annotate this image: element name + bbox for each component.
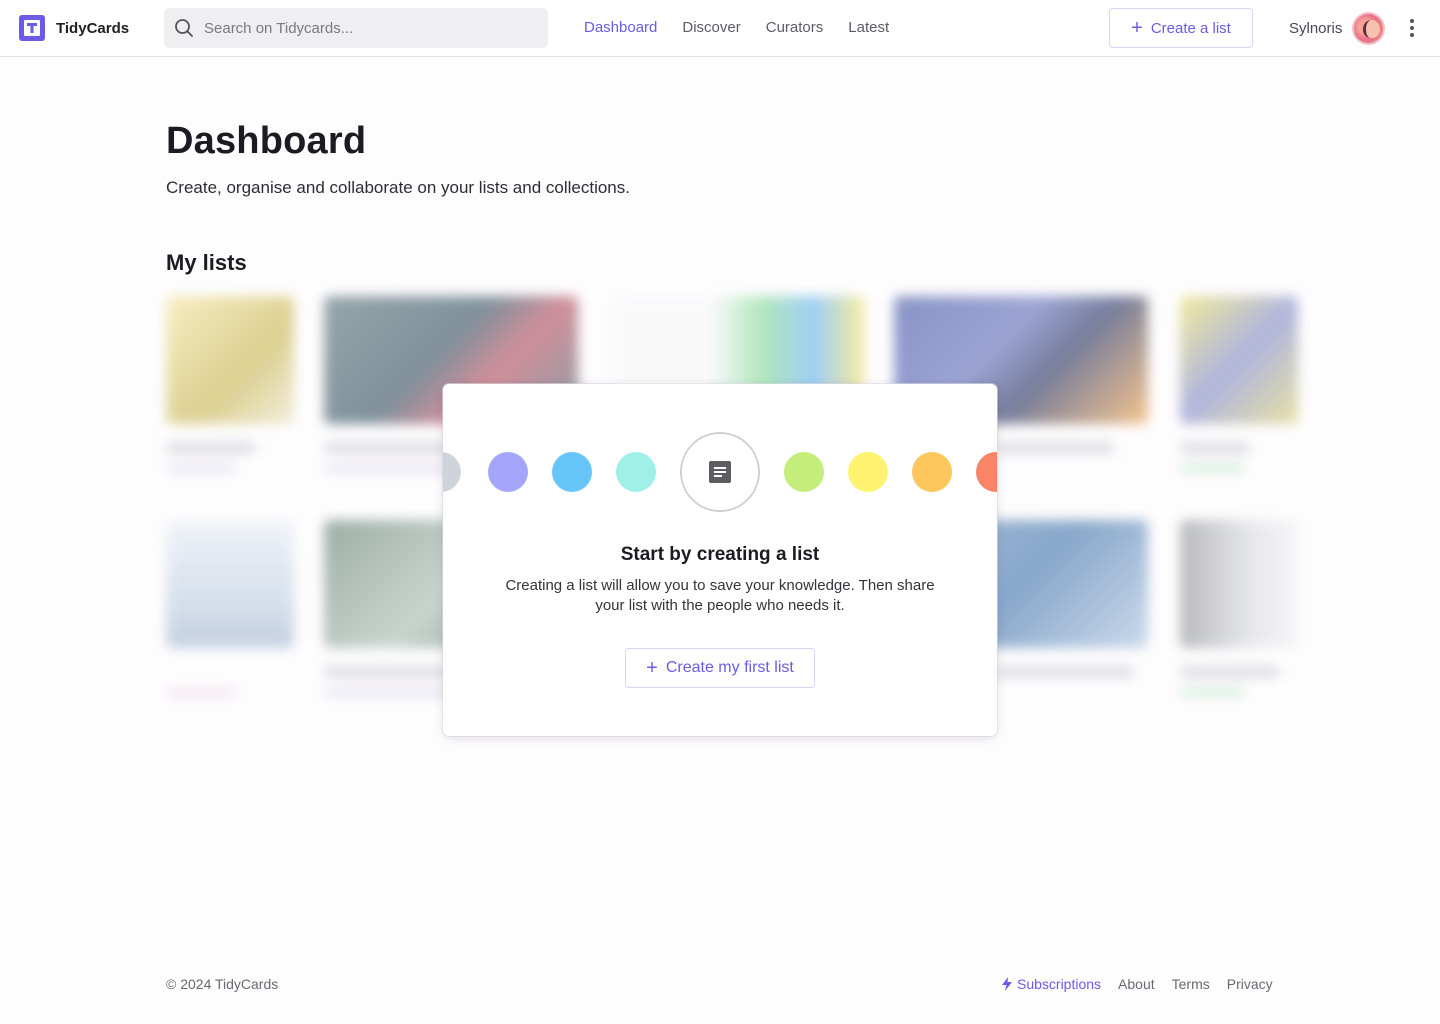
- color-dot: [784, 452, 824, 492]
- bolt-icon: [1002, 977, 1012, 991]
- document-icon: [709, 461, 731, 483]
- brand[interactable]: TidyCards: [18, 14, 129, 42]
- placeholder-card: [166, 520, 294, 697]
- color-dot: [848, 452, 888, 492]
- list-icon-ring: [680, 432, 760, 512]
- tidycards-logo-icon: [19, 15, 45, 41]
- color-dot: [552, 452, 592, 492]
- nav-curators[interactable]: Curators: [766, 18, 824, 38]
- search-input[interactable]: [204, 19, 548, 37]
- more-options-icon[interactable]: [1404, 17, 1420, 39]
- page-title: Dashboard: [166, 120, 367, 162]
- placeholder-card: [1180, 520, 1298, 697]
- empty-state-title: Start by creating a list: [620, 544, 820, 565]
- footer-link-privacy[interactable]: Privacy: [1227, 976, 1273, 992]
- page-subtitle: Create, organise and collaborate on your…: [166, 178, 630, 197]
- plus-icon: +: [1131, 17, 1143, 39]
- footer-link-subscriptions[interactable]: Subscriptions: [1001, 976, 1101, 992]
- create-list-label: Create a list: [1150, 19, 1231, 37]
- top-bar: TidyCards Dashboard Discover Curators La…: [0, 0, 1440, 57]
- color-dot: [976, 452, 997, 492]
- nav-dashboard[interactable]: Dashboard: [584, 18, 657, 38]
- nav-latest[interactable]: Latest: [848, 18, 889, 38]
- nav-discover[interactable]: Discover: [682, 18, 740, 38]
- copyright: © 2024 TidyCards: [166, 976, 279, 992]
- create-list-button[interactable]: + Create a list: [1109, 8, 1253, 48]
- footer-link-about[interactable]: About: [1118, 976, 1155, 992]
- footer-links: Subscriptions About Terms Privacy: [1001, 976, 1273, 992]
- placeholder-card: [166, 296, 294, 473]
- search-box[interactable]: [164, 8, 548, 48]
- user-name: Sylnoris: [1289, 20, 1343, 37]
- color-dot: [488, 452, 528, 492]
- user-menu[interactable]: Sylnoris: [1289, 12, 1386, 45]
- placeholder-card: [1180, 296, 1298, 473]
- plus-icon: +: [646, 657, 658, 679]
- empty-state-text: Creating a list will allow you to save y…: [505, 577, 935, 614]
- search-icon: [175, 19, 193, 37]
- create-first-list-label: Create my first list: [665, 659, 794, 676]
- create-first-list-button[interactable]: + Create my first list: [625, 648, 815, 688]
- footer-link-subscriptions-label: Subscriptions: [1017, 976, 1102, 992]
- main-nav: Dashboard Discover Curators Latest: [584, 18, 889, 38]
- color-dots-row: [443, 432, 997, 512]
- footer-link-terms[interactable]: Terms: [1172, 976, 1210, 992]
- color-dot: [443, 452, 461, 492]
- avatar[interactable]: [1352, 12, 1386, 45]
- color-dot: [912, 452, 952, 492]
- brand-name: TidyCards: [56, 19, 130, 37]
- section-title-my-lists: My lists: [166, 250, 247, 275]
- empty-state-card: Start by creating a list Creating a list…: [443, 384, 997, 736]
- color-dot: [616, 452, 656, 492]
